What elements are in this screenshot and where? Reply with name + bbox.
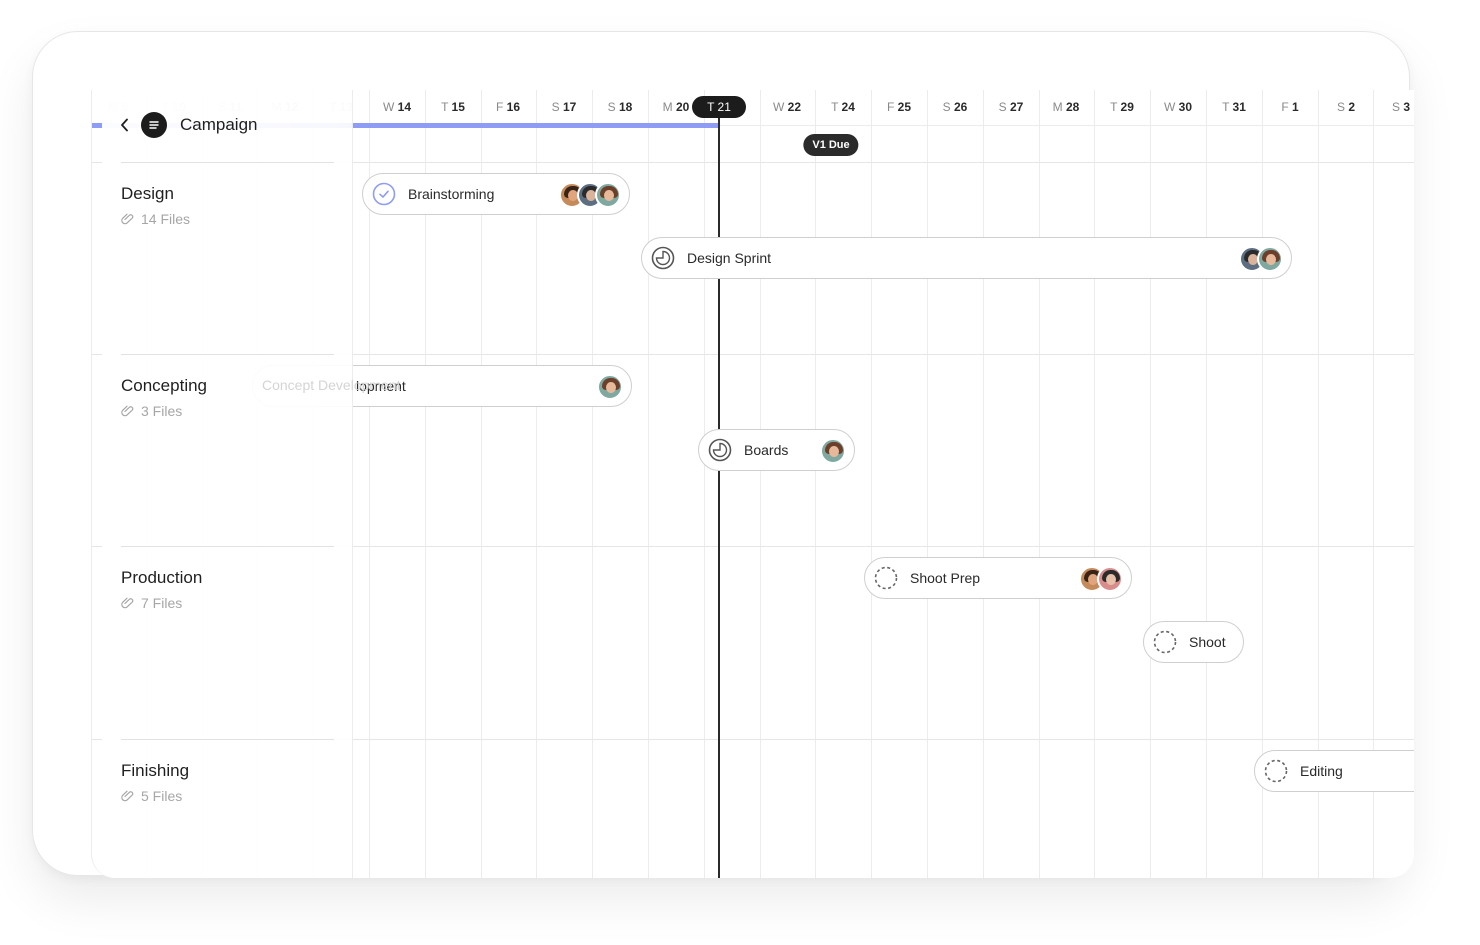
day-label[interactable]: S 2 [1337, 100, 1355, 114]
divider [121, 162, 334, 163]
task-name: Shoot Prep [910, 570, 981, 586]
day-label[interactable]: W 30 [1164, 100, 1192, 114]
paperclip-icon [121, 213, 134, 225]
day-label[interactable]: S 18 [608, 100, 633, 114]
task-brainstorming[interactable]: Brainstorming [362, 173, 630, 215]
day-label[interactable]: T 24 [831, 100, 855, 114]
day-column-line [648, 90, 649, 878]
day-label[interactable]: W 22 [773, 100, 801, 114]
task-name: Boards [744, 442, 789, 458]
dashed-circle-icon [1264, 759, 1288, 783]
milestone-badge[interactable]: V1 Due [803, 134, 859, 156]
task-boards[interactable]: Boards [698, 429, 855, 471]
lines-icon [149, 121, 159, 129]
divider [121, 739, 334, 740]
today-line [718, 118, 720, 878]
avatar[interactable] [1097, 566, 1123, 592]
assignees [559, 182, 621, 208]
day-column-line [927, 90, 928, 878]
avatar[interactable] [597, 374, 623, 400]
group-title-design[interactable]: Design [121, 184, 174, 204]
avatar[interactable] [1257, 246, 1283, 272]
task-name: Brainstorming [408, 186, 495, 202]
day-column-line [871, 90, 872, 878]
day-label[interactable]: S 27 [999, 100, 1024, 114]
day-label[interactable]: T 15 [441, 100, 465, 114]
paperclip-icon [121, 597, 134, 609]
group-files-production[interactable]: 7 Files [121, 595, 182, 611]
paperclip-icon [121, 405, 134, 417]
divider [121, 546, 334, 547]
divider [121, 354, 334, 355]
files-count: 14 Files [141, 211, 191, 227]
app-screen: M 9T 10S 11M 12T 13W 14T 15F 16S 17S 18M… [91, 90, 1414, 878]
today-marker[interactable]: T 21 [692, 96, 746, 118]
day-label[interactable]: T 31 [1222, 100, 1246, 114]
files-count: 3 Files [141, 403, 183, 419]
day-column-line [1039, 90, 1040, 878]
check-circle-icon [372, 182, 396, 206]
day-label[interactable]: W 14 [383, 100, 411, 114]
day-column-line [1094, 90, 1095, 878]
task-name-faded: Concept Development [262, 377, 401, 393]
group-files-finishing[interactable]: 5 Files [121, 788, 182, 804]
group-files-concepting[interactable]: 3 Files [121, 403, 182, 419]
paperclip-icon [121, 790, 134, 802]
group-title-finishing[interactable]: Finishing [121, 761, 189, 781]
day-label[interactable]: F 25 [887, 100, 911, 114]
day-label[interactable]: S 17 [552, 100, 577, 114]
dashed-circle-icon [874, 566, 898, 590]
task-design-sprint[interactable]: Design Sprint [641, 237, 1292, 279]
avatar[interactable] [595, 182, 621, 208]
task-name: Shoot [1189, 634, 1226, 650]
group-title-concepting[interactable]: Concepting [121, 376, 207, 396]
dashed-circle-icon [1153, 630, 1177, 654]
day-column-line [815, 90, 816, 878]
task-editing[interactable]: Editing [1254, 750, 1414, 792]
group-title-production[interactable]: Production [121, 568, 202, 588]
day-column-line [983, 90, 984, 878]
day-column-line [704, 90, 705, 878]
day-label[interactable]: S 3 [1392, 100, 1410, 114]
assignees [820, 438, 846, 464]
day-column-line [1206, 90, 1207, 878]
sidebar: Campaign Design 14 Files Concepting 3 Fi… [102, 90, 401, 878]
day-label[interactable]: M 28 [1053, 100, 1080, 114]
project-icon[interactable] [141, 112, 167, 138]
assignees [597, 374, 623, 400]
project-title: Campaign [180, 115, 258, 134]
group-files-design[interactable]: 14 Files [121, 211, 190, 227]
task-name: Design Sprint [687, 250, 772, 266]
day-column-line [760, 90, 761, 878]
day-label[interactable]: F 16 [496, 100, 520, 114]
assignees [1239, 246, 1283, 272]
tablet-frame: M 9T 10S 11M 12T 13W 14T 15F 16S 17S 18M… [32, 31, 1414, 878]
files-count: 7 Files [141, 595, 183, 611]
task-shoot-prep[interactable]: Shoot Prep [864, 557, 1132, 599]
day-label[interactable]: M 20 [663, 100, 690, 114]
task-name: Editing [1300, 763, 1343, 779]
day-column-line [1150, 90, 1151, 878]
files-count: 5 Files [141, 788, 183, 804]
assignees [1079, 566, 1123, 592]
progress-circle-icon [651, 246, 675, 270]
day-label[interactable]: F 1 [1281, 100, 1298, 114]
avatar[interactable] [820, 438, 846, 464]
task-shoot[interactable]: Shoot [1143, 621, 1244, 663]
progress-circle-icon [708, 438, 732, 462]
day-label[interactable]: T 29 [1110, 100, 1134, 114]
day-label[interactable]: S 26 [943, 100, 968, 114]
chevron-left-icon[interactable] [120, 118, 130, 132]
